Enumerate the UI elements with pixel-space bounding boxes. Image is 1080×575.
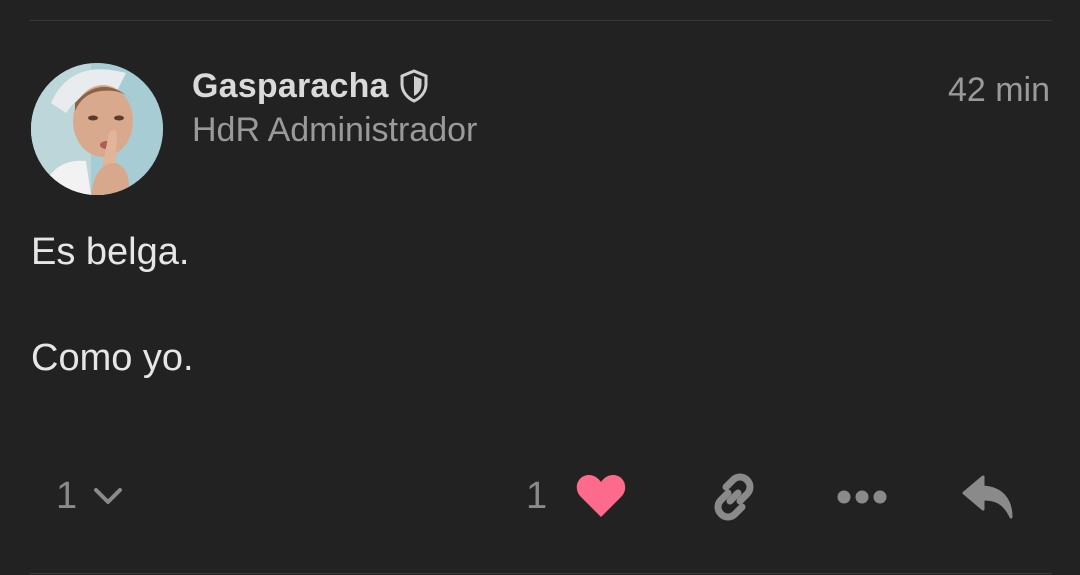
chevron-down-icon (94, 488, 123, 504)
replies-count: 1 (56, 474, 78, 517)
shield-icon (399, 69, 429, 103)
top-divider (30, 20, 1052, 21)
post-paragraph: Como yo. (31, 337, 194, 379)
replies-toggle-button[interactable]: 1 (56, 470, 123, 522)
reply-icon (962, 475, 1013, 519)
avatar-image (31, 63, 163, 195)
like-button[interactable] (575, 473, 627, 519)
author-header: Gasparacha (192, 64, 429, 108)
post-paragraph: Es belga. (31, 231, 190, 273)
reply-button[interactable] (960, 470, 1016, 524)
like-count[interactable]: 1 (526, 475, 547, 518)
copy-link-button[interactable] (706, 470, 762, 524)
heart-icon (576, 474, 626, 517)
user-title: HdR Administrador (192, 111, 478, 149)
like-group: 1 (526, 470, 627, 522)
ellipsis-icon (837, 490, 887, 504)
username[interactable]: Gasparacha (192, 64, 389, 108)
post-body: Es belga. Como yo. (31, 226, 194, 438)
post-timestamp[interactable]: 42 min (948, 68, 1050, 112)
bottom-divider (30, 573, 1052, 574)
avatar[interactable] (31, 63, 163, 195)
link-icon (714, 473, 754, 521)
post-container: Gasparacha HdR Administrador 42 min Es b… (0, 0, 1080, 575)
more-options-button[interactable] (834, 470, 890, 524)
